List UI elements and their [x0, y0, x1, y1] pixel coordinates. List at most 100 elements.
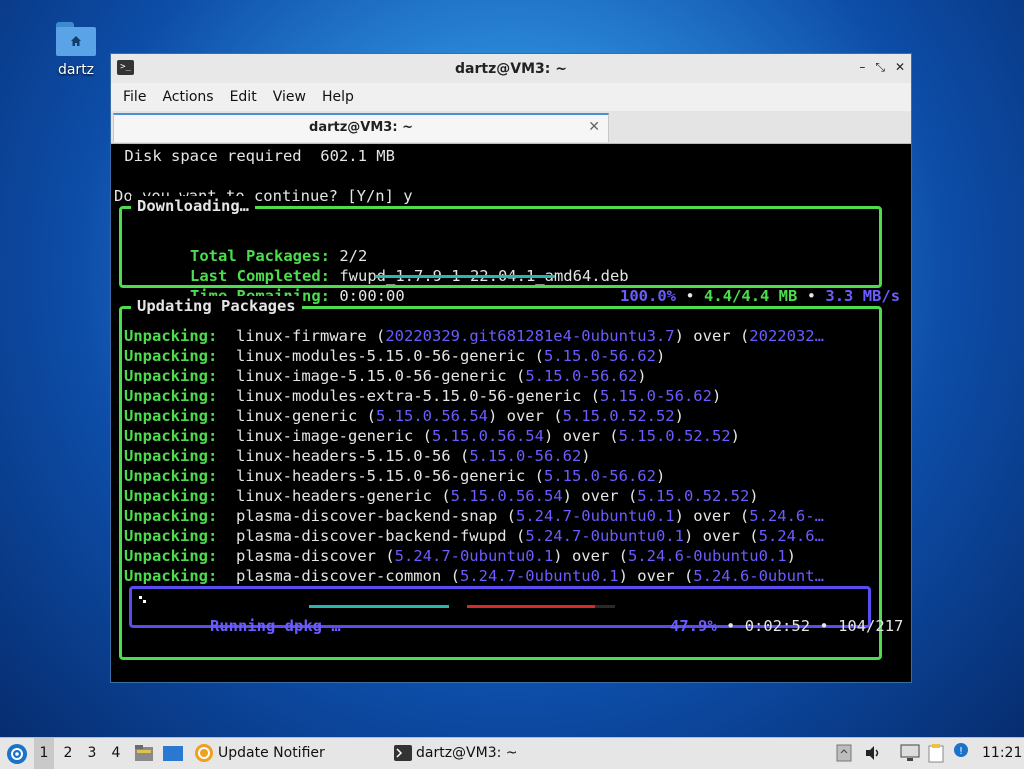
- network-icon[interactable]: [900, 744, 920, 762]
- package-row: Unpacking: plasma-discover-backend-fwupd…: [124, 527, 824, 545]
- terminal-icon: [394, 745, 412, 761]
- package-row: Unpacking: linux-headers-5.15.0-56-gener…: [124, 467, 666, 485]
- home-folder-label: dartz: [57, 62, 95, 78]
- close-paren: ): [637, 367, 647, 385]
- menubar: File Actions Edit View Help: [111, 83, 911, 111]
- updating-title: Updating Packages: [131, 296, 302, 316]
- minimize-button[interactable]: –: [859, 60, 865, 75]
- close-paren: ): [581, 447, 591, 465]
- menu-actions[interactable]: Actions: [154, 89, 221, 105]
- action-label: Unpacking:: [124, 347, 218, 365]
- package-name: plasma-discover-backend-snap: [236, 507, 507, 525]
- file-manager-icon[interactable]: [134, 743, 154, 763]
- new-version: 5.15.0.56.54: [450, 487, 563, 505]
- action-label: Unpacking:: [124, 327, 218, 345]
- workspace-4[interactable]: 4: [106, 738, 126, 769]
- menu-edit[interactable]: Edit: [222, 89, 265, 105]
- package-row: Unpacking: linux-modules-extra-5.15.0-56…: [124, 387, 722, 405]
- package-name: linux-headers-5.15.0-56-generic: [236, 467, 535, 485]
- action-label: Unpacking:: [124, 467, 218, 485]
- over-text: ) over (: [683, 527, 759, 545]
- package-name: linux-image-generic: [236, 427, 423, 445]
- window-title: dartz@VM3: ~: [455, 60, 567, 77]
- notes-icon[interactable]: [928, 743, 944, 763]
- close-paren: ): [711, 387, 722, 405]
- spinner-icon: [139, 596, 146, 603]
- package-name: linux-firmware: [236, 327, 376, 345]
- package-row: Unpacking: linux-image-generic (5.15.0.5…: [124, 427, 740, 445]
- old-version: 5.15.0.52.52: [637, 487, 750, 505]
- new-version: 5.15.0-56.62: [525, 367, 638, 385]
- show-desktop-icon[interactable]: [162, 744, 184, 762]
- task-terminal[interactable]: dartz@VM3: ~: [416, 738, 518, 769]
- action-label: Unpacking:: [124, 567, 218, 585]
- package-name: plasma-discover-backend-fwupd: [236, 527, 516, 545]
- package-row: Unpacking: linux-firmware (20220329.git6…: [124, 327, 824, 345]
- package-name: linux-headers-generic: [236, 487, 442, 505]
- sep-2: •: [806, 287, 817, 305]
- new-version: 5.24.7-0ubuntu0.1: [515, 507, 675, 525]
- volume-icon[interactable]: [864, 745, 882, 761]
- updates-available-icon[interactable]: !: [952, 742, 970, 762]
- sep-3: •: [726, 617, 736, 635]
- action-label: Unpacking:: [124, 407, 218, 425]
- sep-4: •: [819, 617, 829, 635]
- tab-terminal[interactable]: dartz@VM3: ~ ✕: [113, 113, 609, 142]
- clock[interactable]: 11:21: [982, 738, 1022, 769]
- home-folder-icon: [56, 22, 96, 56]
- terminal-output[interactable]: Disk space required 602.1 MB Do you want…: [111, 144, 911, 682]
- package-row: Unpacking: linux-headers-5.15.0-56 (5.15…: [124, 447, 591, 465]
- new-version: 5.15.0-56.62: [543, 467, 656, 485]
- package-name: linux-generic: [236, 407, 367, 425]
- action-label: Unpacking:: [124, 447, 218, 465]
- taskbar: 1 2 3 4 Update Notifier dartz@VM3: ~ ! 1…: [0, 737, 1024, 769]
- action-label: Unpacking:: [124, 507, 218, 525]
- old-version: 5.24.6-0ubunt…: [693, 567, 824, 585]
- download-progress-fill: [375, 275, 555, 278]
- download-size: 4.4/4.4 MB: [704, 287, 798, 305]
- package-name: linux-modules-extra-5.15.0-56-generic: [236, 387, 591, 405]
- workspace-3[interactable]: 3: [82, 738, 102, 769]
- new-version: 20220329.git681281e4-0ubuntu3.7: [385, 327, 675, 345]
- old-version: 5.24.6-…: [749, 507, 824, 525]
- close-paren: ): [674, 407, 684, 425]
- dpkg-progress-track: [467, 605, 615, 608]
- tab-close-icon[interactable]: ✕: [588, 119, 600, 135]
- dpkg-percent: 47.9%: [670, 617, 717, 635]
- window-titlebar[interactable]: >_ dartz@VM3: ~ – ⤡ ✕: [111, 54, 911, 83]
- action-label: Unpacking:: [124, 487, 218, 505]
- maximize-button[interactable]: ⤡: [875, 60, 885, 75]
- package-row: Unpacking: plasma-discover-backend-snap …: [124, 507, 824, 525]
- dpkg-progress-done: [309, 605, 449, 608]
- clipboard-icon[interactable]: [836, 744, 852, 762]
- start-menu-icon[interactable]: [6, 743, 28, 765]
- package-row: Unpacking: plasma-discover-common (5.24.…: [124, 567, 824, 585]
- close-paren: ): [655, 467, 666, 485]
- menu-help[interactable]: Help: [314, 89, 362, 105]
- downloading-title: Downloading…: [131, 196, 255, 216]
- workspace-2[interactable]: 2: [58, 738, 78, 769]
- old-version: 5.15.0.52.52: [618, 427, 731, 445]
- close-button[interactable]: ✕: [895, 60, 905, 75]
- dpkg-progress-fill: [467, 605, 595, 608]
- over-text: ) over (: [543, 427, 619, 445]
- menu-view[interactable]: View: [265, 89, 314, 105]
- package-row: Unpacking: linux-generic (5.15.0.56.54) …: [124, 407, 684, 425]
- package-name: plasma-discover: [236, 547, 386, 565]
- new-version: 5.15.0.56.54: [376, 407, 488, 425]
- download-percent: 100.0%: [620, 287, 676, 305]
- disk-space-line: Disk space required 602.1 MB: [115, 147, 395, 165]
- over-text: ) over (: [674, 327, 750, 345]
- over-text: ) over (: [562, 487, 638, 505]
- task-update-notifier[interactable]: Update Notifier: [218, 738, 325, 769]
- over-text: ) over (: [487, 407, 563, 425]
- close-paren: ): [730, 427, 740, 445]
- desktop-home-folder[interactable]: dartz: [48, 22, 104, 78]
- time-remaining-value: 0:00:00: [339, 287, 405, 305]
- workspace-1[interactable]: 1: [34, 738, 54, 769]
- package-name: linux-modules-5.15.0-56-generic: [236, 347, 535, 365]
- terminal-window: >_ dartz@VM3: ~ – ⤡ ✕ File Actions Edit …: [110, 53, 912, 683]
- old-version: 5.15.0.52.52: [562, 407, 675, 425]
- dpkg-label: Running dpkg …: [210, 617, 341, 635]
- menu-file[interactable]: File: [115, 89, 154, 105]
